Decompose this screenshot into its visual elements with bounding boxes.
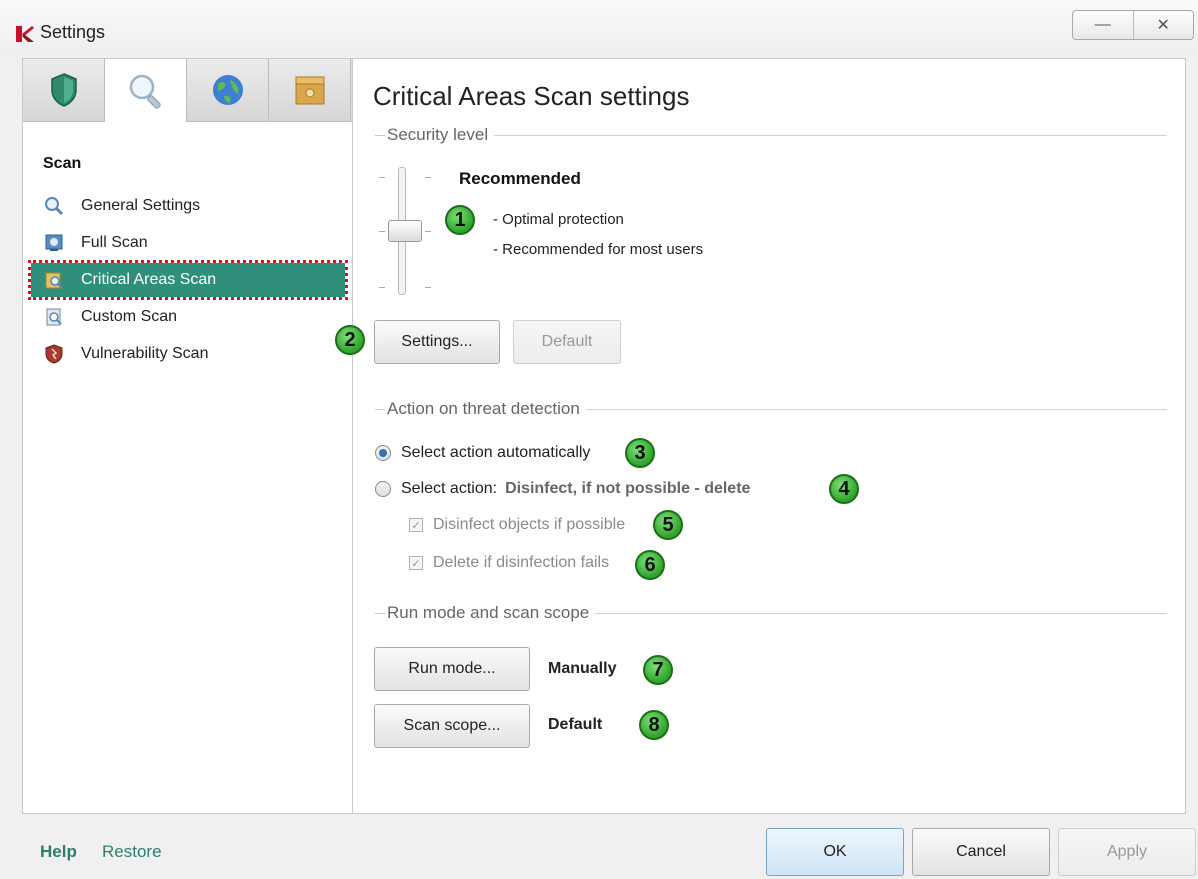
vulnerability-icon bbox=[43, 343, 65, 365]
sidebar-item-label: General Settings bbox=[81, 197, 201, 214]
sidebar-item-critical-areas-scan[interactable]: Critical Areas Scan bbox=[28, 260, 348, 300]
sidebar: Scan General Settings Full Scan Critical… bbox=[22, 58, 352, 814]
full-scan-icon bbox=[43, 232, 65, 254]
annotation-badge-6: 6 bbox=[635, 550, 665, 580]
globe-icon bbox=[212, 75, 243, 105]
annotation-badge-8: 8 bbox=[639, 710, 669, 740]
disinfect-label: Disinfect objects if possible bbox=[433, 516, 626, 533]
tab-scan[interactable] bbox=[105, 59, 187, 122]
select-action-value: Disinfect, if not possible - delete bbox=[505, 480, 751, 497]
auto-action-label: Select action automatically bbox=[401, 444, 591, 461]
security-level-name: Recommended bbox=[459, 169, 581, 188]
shield-icon bbox=[50, 73, 77, 107]
sidebar-item-label: Custom Scan bbox=[81, 308, 178, 325]
sidebar-item-general-settings[interactable]: General Settings bbox=[31, 189, 345, 223]
security-level-desc-2: - Recommended for most users bbox=[493, 241, 704, 258]
tab-protection[interactable] bbox=[23, 59, 105, 121]
page-title: Critical Areas Scan settings bbox=[373, 81, 690, 111]
annotation-badge-2: 2 bbox=[335, 325, 365, 355]
custom-scan-icon bbox=[43, 306, 65, 328]
window-controls: — ✕ bbox=[1072, 10, 1194, 40]
title-bar: Settings — ✕ bbox=[0, 0, 1198, 56]
search-icon bbox=[43, 195, 65, 217]
close-button[interactable]: ✕ bbox=[1132, 11, 1194, 39]
security-level-desc-1: - Optimal protection bbox=[493, 211, 624, 228]
settings-window: Settings — ✕ Scan General Settings Full … bbox=[0, 0, 1198, 879]
select-action-label: Select action: bbox=[401, 480, 498, 497]
threat-action-group: Action on threat detection bbox=[375, 399, 1167, 419]
window-title: Settings bbox=[40, 22, 106, 42]
box-icon bbox=[295, 76, 324, 105]
security-level-slider-thumb[interactable] bbox=[388, 220, 422, 242]
run-mode-value: Manually bbox=[548, 660, 617, 677]
sidebar-item-label: Critical Areas Scan bbox=[81, 271, 217, 288]
critical-scan-icon bbox=[43, 269, 65, 291]
security-level-group: Security level bbox=[375, 125, 1167, 145]
help-link[interactable]: Help bbox=[40, 842, 77, 862]
auto-action-radio[interactable] bbox=[375, 445, 391, 461]
sidebar-section-title: Scan bbox=[43, 155, 82, 172]
tab-tools[interactable] bbox=[269, 59, 351, 121]
sidebar-item-label: Vulnerability Scan bbox=[81, 345, 209, 362]
delete-checkbox[interactable]: ✓ bbox=[409, 556, 423, 570]
sidebar-item-label: Full Scan bbox=[81, 234, 148, 251]
select-action-radio[interactable] bbox=[375, 481, 391, 497]
annotation-badge-3: 3 bbox=[625, 438, 655, 468]
delete-label: Delete if disinfection fails bbox=[433, 554, 610, 571]
sidebar-item-full-scan[interactable]: Full Scan bbox=[31, 226, 345, 260]
restore-link[interactable]: Restore bbox=[102, 842, 162, 862]
auto-action-option[interactable]: Select action automatically bbox=[375, 444, 590, 462]
annotation-badge-5: 5 bbox=[653, 510, 683, 540]
sidebar-item-vulnerability-scan[interactable]: Vulnerability Scan bbox=[31, 337, 345, 371]
run-mode-button[interactable]: Run mode... bbox=[374, 647, 530, 691]
cancel-button[interactable]: Cancel bbox=[912, 828, 1050, 876]
annotation-badge-7: 7 bbox=[643, 655, 673, 685]
threat-action-label: Action on threat detection bbox=[387, 399, 580, 418]
apply-button[interactable]: Apply bbox=[1058, 828, 1196, 876]
scan-scope-button[interactable]: Scan scope... bbox=[374, 704, 530, 748]
app-logo-icon bbox=[16, 26, 34, 42]
ok-button[interactable]: OK bbox=[766, 828, 904, 876]
annotation-badge-1: 1 bbox=[445, 205, 475, 235]
disinfect-option[interactable]: ✓ Disinfect objects if possible bbox=[409, 516, 625, 534]
tab-web[interactable] bbox=[187, 59, 269, 121]
annotation-badge-4: 4 bbox=[829, 474, 859, 504]
default-button[interactable]: Default bbox=[513, 320, 621, 364]
disinfect-checkbox[interactable]: ✓ bbox=[409, 518, 423, 532]
sidebar-item-custom-scan[interactable]: Custom Scan bbox=[31, 300, 345, 334]
select-action-option[interactable]: Select action: Disinfect, if not possibl… bbox=[375, 480, 750, 498]
run-mode-group: Run mode and scan scope bbox=[375, 603, 1167, 623]
scan-scope-value: Default bbox=[548, 716, 603, 733]
run-mode-group-label: Run mode and scan scope bbox=[387, 603, 590, 622]
minimize-button[interactable]: — bbox=[1073, 11, 1133, 39]
category-tabs bbox=[23, 59, 352, 122]
settings-button[interactable]: Settings... bbox=[374, 320, 500, 364]
settings-content: Critical Areas Scan settings Security le… bbox=[335, 58, 1186, 814]
delete-option[interactable]: ✓ Delete if disinfection fails bbox=[409, 554, 609, 572]
security-level-label: Security level bbox=[387, 125, 489, 144]
magnifier-icon bbox=[129, 74, 161, 109]
